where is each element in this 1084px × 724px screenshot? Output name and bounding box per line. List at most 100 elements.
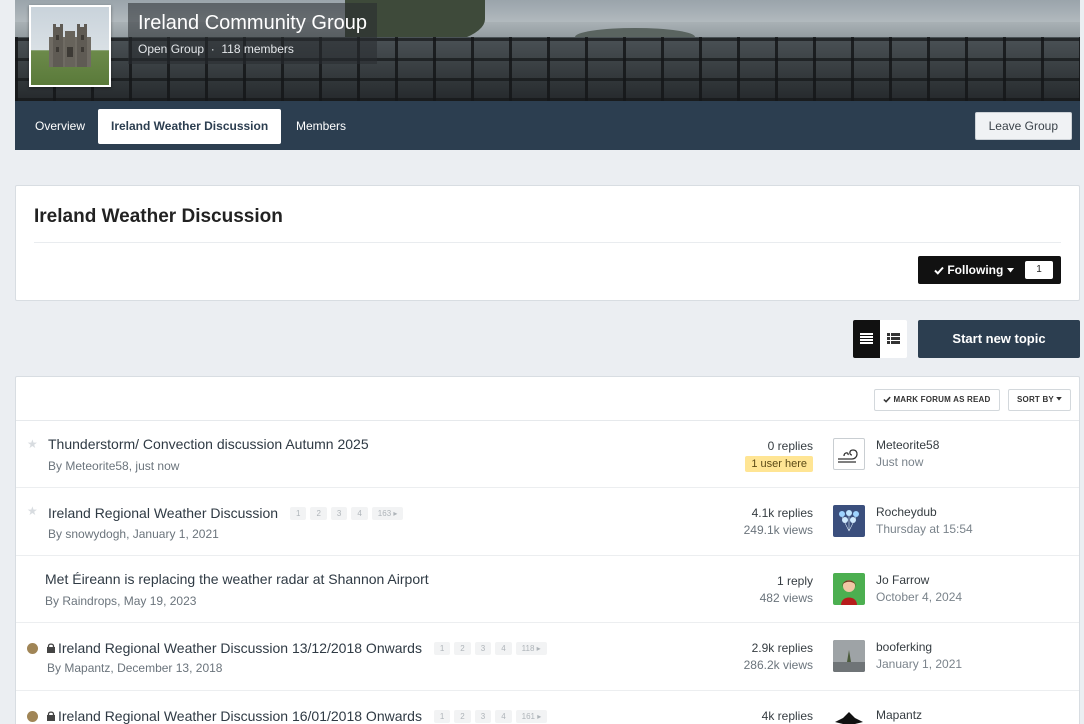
- last-post-time[interactable]: October 4, 2024: [876, 589, 962, 606]
- leave-group-button[interactable]: Leave Group: [974, 112, 1072, 140]
- group-title-box: Ireland Community Group Open Group · 118…: [128, 3, 377, 64]
- following-button[interactable]: Following 1: [918, 256, 1061, 284]
- divider: [34, 242, 1061, 243]
- last-post-time[interactable]: Thursday at 15:54: [876, 521, 973, 538]
- topic-stats: 1 reply 482 views: [760, 573, 813, 607]
- lock-icon: [47, 711, 55, 721]
- unread-dot-icon: [27, 643, 38, 654]
- avatar[interactable]: [833, 708, 865, 724]
- wind-swirl-icon: [838, 449, 858, 463]
- view-count: 482 views: [759, 591, 813, 605]
- topic-stats: 2.9k replies 286.2k views: [744, 640, 813, 674]
- castle-icon: [49, 24, 91, 67]
- last-poster[interactable]: Rocheydub: [876, 504, 937, 521]
- last-poster[interactable]: Jo Farrow: [876, 572, 929, 589]
- last-poster[interactable]: Mapantz: [876, 707, 922, 724]
- start-new-topic-button[interactable]: Start new topic: [918, 320, 1080, 358]
- group-tabs: Overview Ireland Weather Discussion Memb…: [15, 101, 1080, 150]
- view-toggle: [853, 320, 907, 358]
- topic-row[interactable]: ★ Thunderstorm/ Convection discussion Au…: [16, 421, 1079, 488]
- page-link[interactable]: 4: [351, 507, 368, 520]
- list-view-icon: [887, 333, 900, 344]
- page-link[interactable]: 1: [433, 710, 451, 723]
- page-link-last[interactable]: 118 ▸: [515, 642, 547, 655]
- following-text: Following: [947, 263, 1004, 277]
- topic-title[interactable]: Ireland Regional Weather Discussion 16/0…: [47, 706, 551, 724]
- topic-author[interactable]: Raindrops: [62, 594, 117, 608]
- caret-down-icon: [1006, 268, 1014, 273]
- topic-pagination: 1 2 3 4 118 ▸: [433, 638, 551, 655]
- avatar[interactable]: [833, 640, 865, 672]
- topic-row[interactable]: Ireland Regional Weather Discussion 13/1…: [16, 623, 1079, 691]
- group-members-count[interactable]: 118 members: [221, 42, 293, 56]
- last-poster[interactable]: Meteorite58: [876, 437, 939, 454]
- reply-count: 4.1k replies: [751, 506, 813, 520]
- grid-view-button[interactable]: [880, 320, 907, 358]
- sort-by-button[interactable]: SORT BY: [1008, 389, 1072, 411]
- check-icon: [934, 266, 944, 275]
- page-link[interactable]: 1: [289, 507, 307, 520]
- topic-author[interactable]: Mapantz: [64, 661, 110, 675]
- tab-weather-discussion[interactable]: Ireland Weather Discussion: [98, 109, 282, 144]
- page-link[interactable]: 3: [474, 710, 492, 723]
- mark-forum-read-button[interactable]: MARK FORUM AS READ: [874, 389, 1000, 411]
- topic-row[interactable]: Met Éireann is replacing the weather rad…: [16, 556, 1079, 623]
- page-link[interactable]: 3: [474, 642, 492, 655]
- avatar[interactable]: [833, 573, 865, 605]
- topic-meta: By Meteorite58, just now: [48, 459, 180, 473]
- forum-title: Ireland Weather Discussion: [34, 206, 283, 227]
- page-link[interactable]: 4: [495, 710, 512, 723]
- page-link[interactable]: 2: [310, 507, 327, 520]
- page-link[interactable]: 3: [330, 507, 348, 520]
- topic-row[interactable]: ★ Ireland Regional Weather Discussion 12…: [16, 488, 1079, 556]
- person-avatar-icon: [841, 580, 857, 605]
- topic-list: MARK FORUM AS READ SORT BY ★ Thunderstor…: [15, 376, 1080, 724]
- last-post-time[interactable]: Just now: [876, 454, 923, 471]
- tab-members[interactable]: Members: [283, 109, 359, 144]
- group-meta: Open Group · 118 members: [138, 40, 367, 58]
- topic-meta: By Raindrops, May 19, 2023: [45, 594, 197, 608]
- unread-dot-icon: [27, 711, 38, 722]
- topic-list-toolbar: MARK FORUM AS READ SORT BY: [16, 377, 1079, 421]
- caret-right-icon: ▸: [393, 509, 398, 518]
- topic-row[interactable]: Ireland Regional Weather Discussion 16/0…: [16, 691, 1079, 724]
- page-link[interactable]: 1: [433, 642, 451, 655]
- avatar[interactable]: [833, 505, 865, 537]
- topic-title[interactable]: Met Éireann is replacing the weather rad…: [45, 571, 429, 587]
- topic-pagination: 1 2 3 4 161 ▸: [433, 706, 551, 723]
- reply-count: 0 replies: [767, 439, 813, 453]
- forum-header: Ireland Weather Discussion Following 1: [15, 185, 1080, 301]
- topic-date: just now: [135, 459, 180, 473]
- topic-date: January 1, 2021: [132, 527, 219, 541]
- page-link-last[interactable]: 163 ▸: [371, 507, 404, 520]
- topic-pagination: 1 2 3 4 163 ▸: [289, 503, 407, 520]
- page-link-last[interactable]: 161 ▸: [515, 710, 548, 723]
- page-link[interactable]: 4: [495, 642, 512, 655]
- topic-meta: By Mapantz, December 13, 2018: [47, 661, 223, 675]
- topic-title[interactable]: Ireland Regional Weather Discussion 13/1…: [47, 638, 551, 656]
- last-post-time[interactable]: January 1, 2021: [876, 656, 962, 673]
- table-view-button[interactable]: [853, 320, 880, 358]
- topic-stats: 0 replies 1 user here: [745, 438, 813, 472]
- table-view-icon: [860, 333, 873, 344]
- page-link[interactable]: 2: [454, 710, 471, 723]
- topic-date: December 13, 2018: [117, 661, 223, 675]
- last-poster[interactable]: booferking: [876, 639, 932, 656]
- lock-icon: [47, 643, 55, 653]
- group-avatar[interactable]: [29, 5, 111, 87]
- topic-meta: By snowydogh, January 1, 2021: [48, 527, 219, 541]
- following-count[interactable]: 1: [1025, 261, 1053, 279]
- avatar[interactable]: [833, 438, 865, 470]
- view-count: 286.2k views: [743, 658, 813, 672]
- following-label: Following: [934, 256, 1014, 284]
- topic-title[interactable]: Ireland Regional Weather Discussion 1234…: [48, 503, 407, 521]
- balloons-icon: [839, 510, 859, 532]
- check-icon: [883, 396, 891, 403]
- topic-title[interactable]: Thunderstorm/ Convection discussion Autu…: [48, 436, 369, 452]
- topic-author[interactable]: Meteorite58: [65, 459, 128, 473]
- topic-author[interactable]: snowydogh: [65, 527, 126, 541]
- page-link[interactable]: 2: [454, 642, 471, 655]
- tab-overview[interactable]: Overview: [22, 109, 98, 144]
- group-type: Open Group: [138, 42, 205, 56]
- silhouette-avatar-icon: [835, 712, 863, 724]
